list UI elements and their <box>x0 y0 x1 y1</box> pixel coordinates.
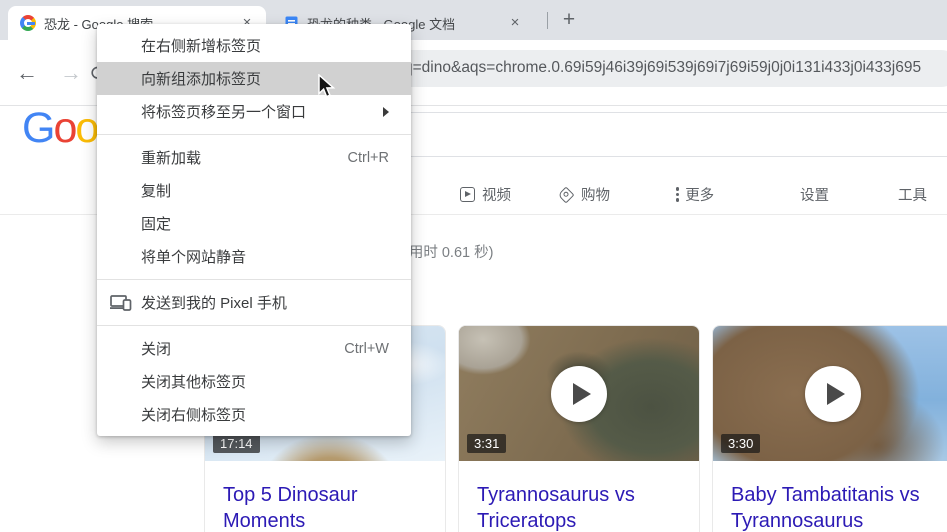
logo-letter: G <box>22 104 55 152</box>
tag-icon <box>557 186 575 203</box>
menu-item-close[interactable]: 关闭 Ctrl+W <box>97 332 411 365</box>
video-thumbnail[interactable]: 3:30 <box>713 326 947 461</box>
url-text: q=dino&aqs=chrome.0.69i59j46i39j69i539j6… <box>404 59 922 76</box>
nav-label: 设置 <box>800 188 829 204</box>
menu-item-duplicate[interactable]: 复制 <box>97 174 411 207</box>
browser-window: 恐龙 - Google 搜索 × 恐龙的种类 - Google 文档 × + ←… <box>0 0 947 532</box>
video-card[interactable]: 3:31 Tyrannosaurus vs Triceratops <box>458 325 700 532</box>
nav-tab-shopping[interactable]: 购物 <box>557 184 610 205</box>
devices-icon <box>110 295 132 311</box>
tab-close-icon[interactable]: × <box>506 14 524 32</box>
result-stats: (用时 0.61 秒) <box>404 245 494 261</box>
tab-strip-divider <box>547 12 548 29</box>
nav-tab-settings[interactable]: 设置 <box>800 184 829 205</box>
duration-badge: 17:14 <box>213 434 260 453</box>
nav-tab-videos[interactable]: 视频 <box>460 184 511 205</box>
nav-tab-more[interactable]: 更多 <box>676 184 714 205</box>
menu-separator <box>97 134 411 135</box>
logo-letter: o <box>53 104 77 152</box>
shortcut-label: Ctrl+W <box>344 340 389 357</box>
logo-letter: o <box>75 104 99 152</box>
duration-badge: 3:31 <box>467 434 507 453</box>
menu-separator <box>97 325 411 326</box>
menu-item-add-tab-to-new-group[interactable]: 向新组添加标签页 <box>97 62 411 95</box>
mouse-cursor-icon <box>318 74 336 98</box>
video-icon <box>460 187 475 202</box>
play-button-icon[interactable] <box>805 365 861 422</box>
menu-item-close-other-tabs[interactable]: 关闭其他标签页 <box>97 365 411 398</box>
shortcut-label: Ctrl+R <box>347 149 390 166</box>
video-title-link[interactable]: Top 5 Dinosaur Moments <box>205 461 445 532</box>
nav-label: 工具 <box>898 188 927 204</box>
menu-item-reload[interactable]: 重新加载 Ctrl+R <box>97 141 411 174</box>
nav-label: 视频 <box>482 188 511 204</box>
video-title-link[interactable]: Baby Tambatitanis vs Tyrannosaurus <box>713 461 947 532</box>
menu-item-new-tab-right[interactable]: 在右侧新增标签页 <box>97 29 411 62</box>
video-card[interactable]: 3:30 Baby Tambatitanis vs Tyrannosaurus <box>712 325 947 532</box>
forward-icon[interactable]: → <box>56 58 86 88</box>
video-thumbnail[interactable]: 3:31 <box>459 326 699 461</box>
play-button-icon[interactable] <box>551 365 607 422</box>
back-icon[interactable]: ← <box>12 58 42 88</box>
menu-separator <box>97 279 411 280</box>
video-title-link[interactable]: Tyrannosaurus vs Triceratops <box>459 461 699 532</box>
nav-tab-tools[interactable]: 工具 <box>898 184 927 205</box>
menu-item-mute-site[interactable]: 将单个网站静音 <box>97 240 411 273</box>
more-dots-icon <box>676 187 680 202</box>
nav-label: 购物 <box>581 188 610 204</box>
menu-item-close-tabs-to-right[interactable]: 关闭右侧标签页 <box>97 398 411 431</box>
menu-item-pin[interactable]: 固定 <box>97 207 411 240</box>
nav-label: 更多 <box>685 188 715 204</box>
duration-badge: 3:30 <box>721 434 761 453</box>
menu-item-send-to-pixel[interactable]: 发送到我的 Pixel 手机 <box>97 286 411 319</box>
tab-context-menu: 在右侧新增标签页 向新组添加标签页 将标签页移至另一个窗口 重新加载 Ctrl+… <box>97 24 411 436</box>
menu-item-move-tab-to-another-window[interactable]: 将标签页移至另一个窗口 <box>97 95 411 128</box>
google-favicon-icon <box>20 15 36 31</box>
submenu-arrow-icon <box>383 106 389 117</box>
new-tab-button[interactable]: + <box>554 6 584 34</box>
